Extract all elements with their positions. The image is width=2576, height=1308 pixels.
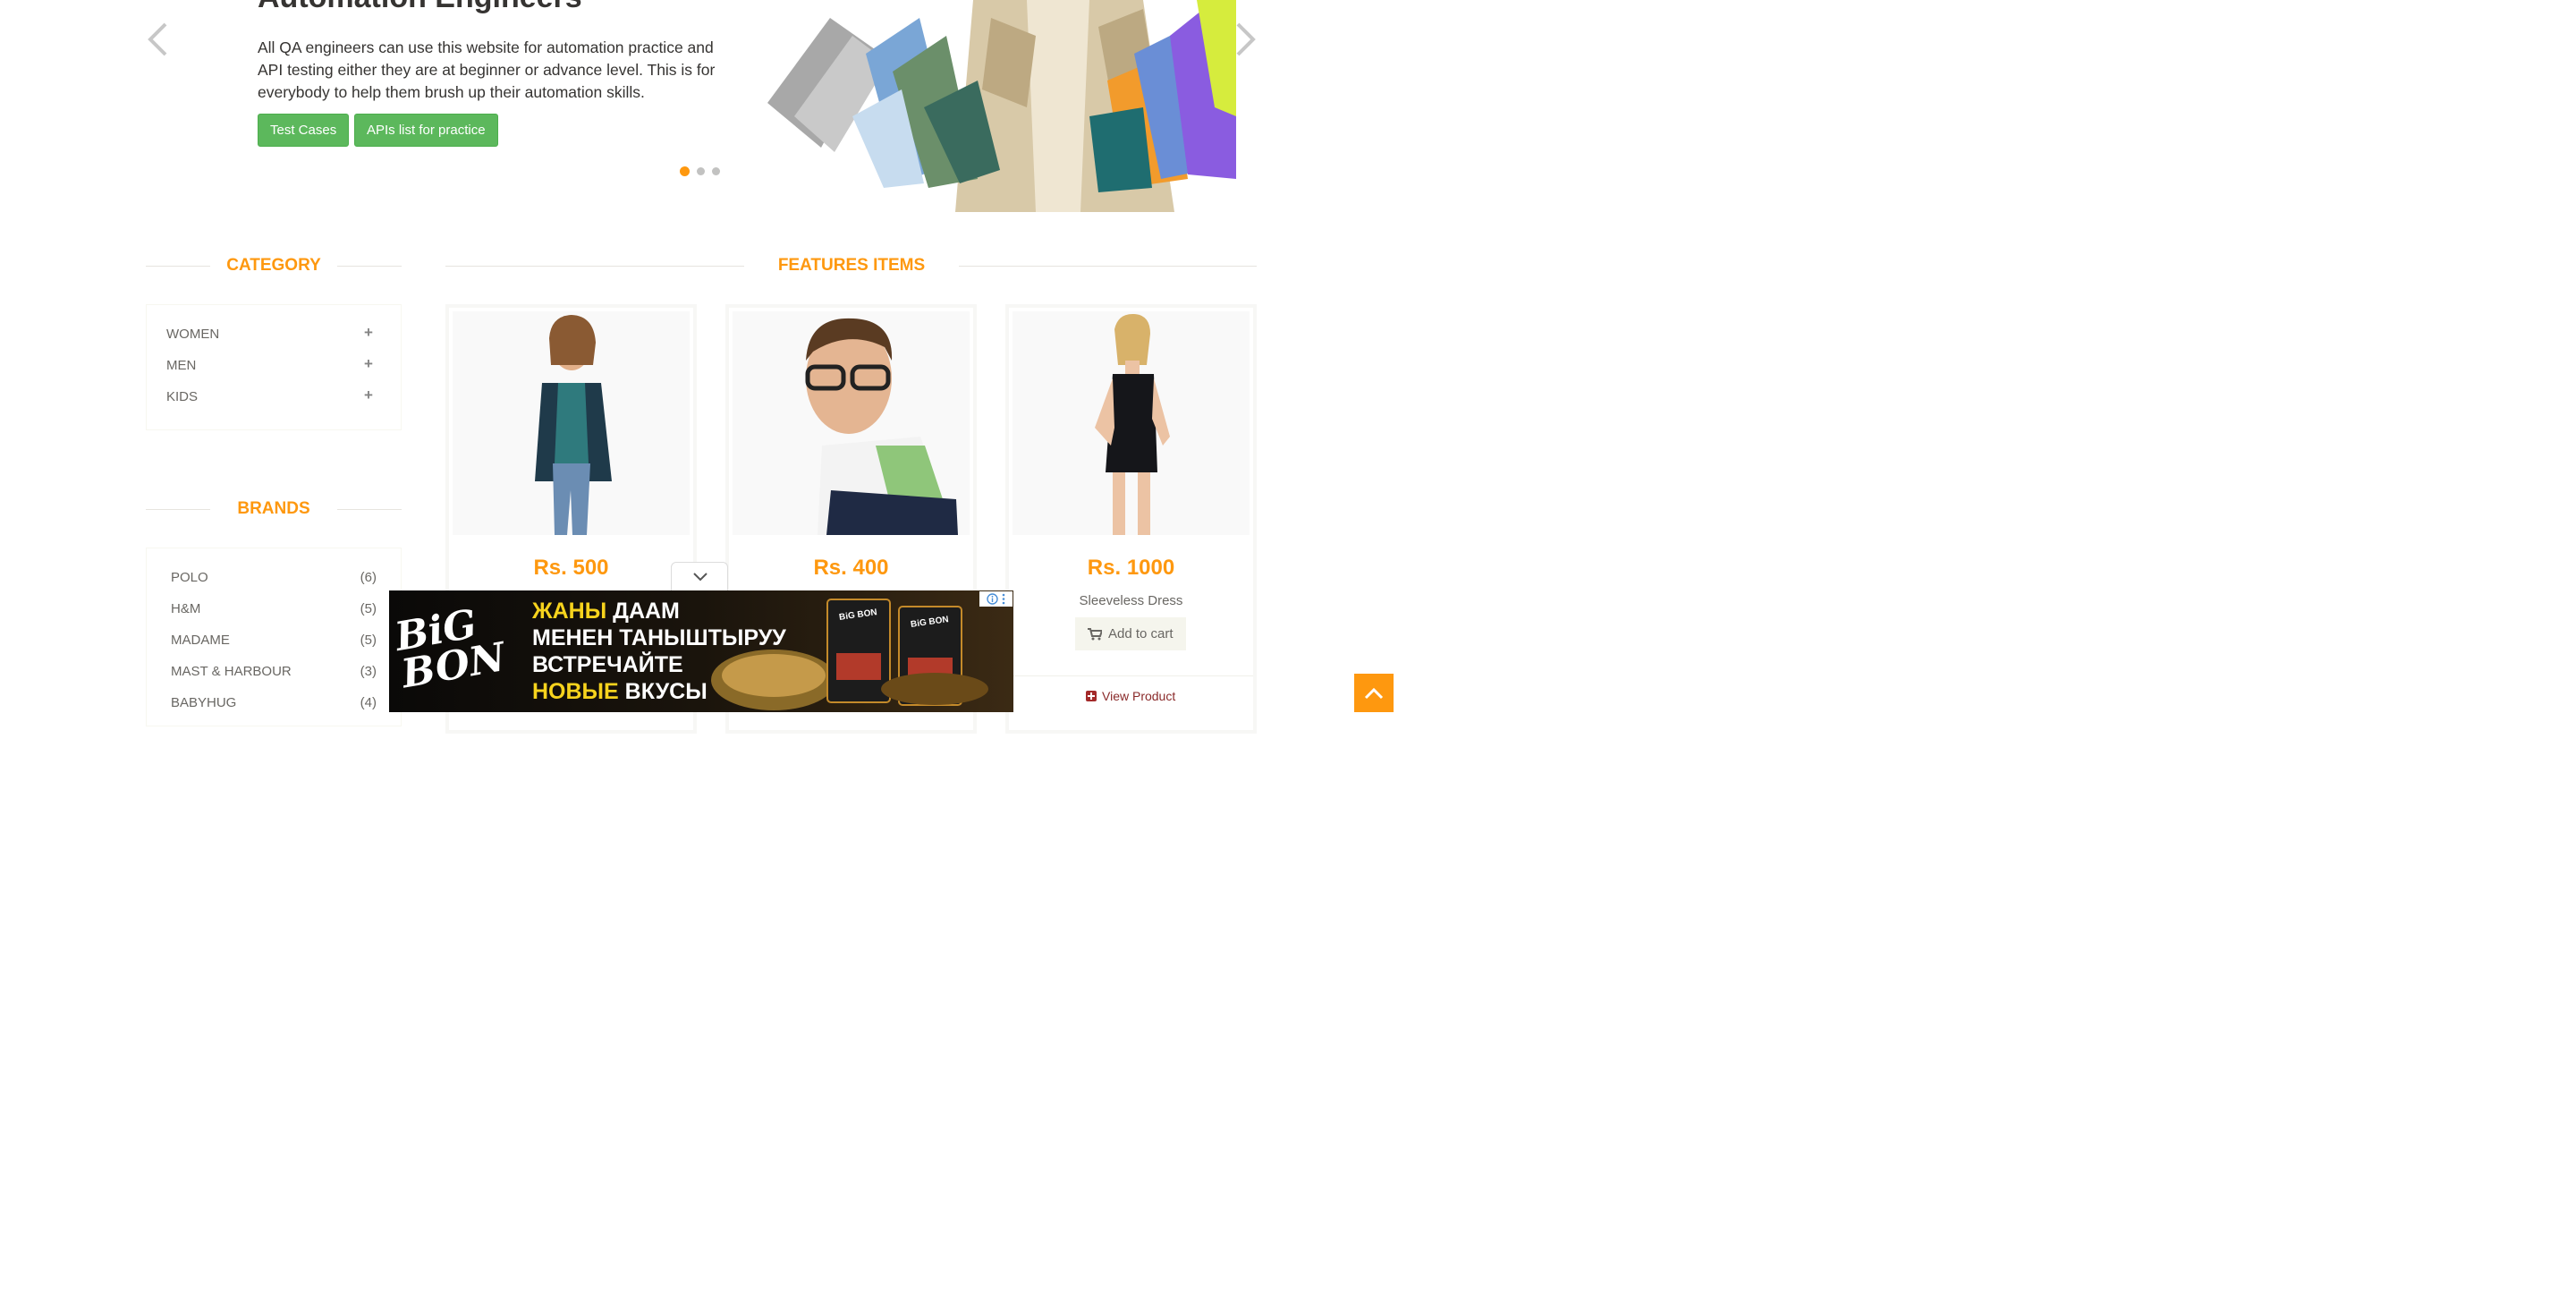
carousel-indicators [680, 166, 720, 176]
brands-title: BRANDS [237, 499, 310, 518]
woman-dress-illustration [1095, 313, 1170, 535]
brand-count: (4) [360, 695, 377, 710]
carousel-title: Automation Engineers [258, 0, 582, 15]
scroll-up-button[interactable] [1354, 674, 1394, 712]
brand-count: (6) [360, 570, 377, 585]
category-divider-left [146, 266, 210, 267]
brand-item-babyhug[interactable]: BABYHUG [171, 695, 236, 710]
product-price: Rs. 500 [533, 556, 609, 580]
product-card-divider [1009, 675, 1253, 676]
category-item-women[interactable]: WOMEN [166, 327, 219, 342]
man-shirt-illustration [805, 318, 958, 535]
carousel-indicator-3[interactable] [712, 167, 720, 175]
brand-item-mast-harbour[interactable]: MAST & HARBOUR [171, 664, 292, 679]
carousel-next-button[interactable] [1234, 21, 1258, 57]
ad-line-4b: ВКУСЫ [624, 679, 708, 704]
chevron-right-icon [1236, 22, 1256, 56]
view-product-label: View Product [1102, 689, 1176, 703]
product-image [733, 311, 970, 535]
carousel-prev-button[interactable] [146, 21, 169, 57]
features-title: FEATURES ITEMS [777, 256, 926, 275]
ad-line-1: ЖАНЫ ДААМ [532, 598, 786, 624]
ad-headline: ЖАНЫ ДААМ МЕНЕН ТАНЫШТЫРУУ ВСТРЕЧАЙТЕ НО… [532, 598, 786, 705]
brand-item-hm[interactable]: H&M [171, 601, 200, 616]
plus-square-icon [1086, 691, 1097, 701]
category-item-men[interactable]: MEN [166, 358, 196, 373]
info-icon [987, 593, 998, 605]
cart-icon [1088, 627, 1102, 640]
plus-icon[interactable]: + [364, 386, 373, 404]
carousel-hero-image [767, 0, 1236, 212]
ad-line-4: НОВЫЕ ВКУСЫ [532, 678, 786, 705]
shopping-bags-illustration [767, 0, 1236, 212]
add-to-cart-label: Add to cart [1108, 626, 1174, 641]
brand-item-madame[interactable]: MADAME [171, 633, 230, 648]
brand-item-polo[interactable]: POLO [171, 570, 208, 585]
plus-icon[interactable]: + [364, 324, 373, 342]
ad-line-3: ВСТРЕЧАЙТЕ [532, 652, 683, 677]
carousel-indicator-2[interactable] [697, 167, 705, 175]
plus-icon[interactable]: + [364, 355, 373, 373]
product-image [453, 311, 690, 535]
product-price: Rs. 400 [813, 556, 889, 580]
brands-divider-right [337, 509, 402, 510]
ad-line-1a: ЖАНЫ [532, 599, 607, 624]
advertisement-banner[interactable]: BiG BON ЖАНЫ ДААМ МЕНЕН ТАНЫШТЫРУУ ВСТРЕ… [389, 590, 1013, 712]
category-divider-right [337, 266, 402, 267]
ad-choices[interactable] [979, 591, 1013, 607]
add-to-cart-button[interactable]: Add to cart [1075, 617, 1186, 650]
brand-count: (5) [360, 633, 377, 648]
carousel-description: All QA engineers can use this website fo… [258, 38, 716, 101]
product-card: Rs. 1000 Sleeveless Dress Add to cart Vi… [1005, 304, 1257, 734]
features-divider-left [445, 266, 744, 267]
brand-count: (5) [360, 601, 377, 616]
brand-count: (3) [360, 664, 377, 679]
features-divider-right [959, 266, 1257, 267]
apis-list-button[interactable]: APIs list for practice [354, 114, 498, 147]
more-vertical-icon [1002, 593, 1005, 605]
chevron-down-icon [693, 573, 708, 582]
ad-line-1b: ДААМ [613, 599, 680, 624]
ad-line-2: МЕНЕН ТАНЫШТЫРУУ [532, 625, 786, 650]
ad-line-4a: НОВЫЕ [532, 679, 619, 704]
brands-divider-left [146, 509, 210, 510]
ad-collapse-tab[interactable] [671, 562, 728, 590]
carousel-indicator-1[interactable] [680, 166, 690, 176]
test-cases-button[interactable]: Test Cases [258, 114, 350, 147]
category-title: CATEGORY [226, 256, 321, 275]
view-product-link[interactable]: View Product [1086, 689, 1175, 703]
woman-top-illustration [535, 315, 612, 535]
category-item-kids[interactable]: KIDS [166, 389, 198, 404]
product-price: Rs. 1000 [1087, 556, 1175, 580]
chevron-left-icon [148, 22, 167, 56]
chevron-up-icon [1364, 687, 1384, 700]
product-image [1013, 311, 1250, 535]
product-name: Sleeveless Dress [1079, 593, 1183, 608]
